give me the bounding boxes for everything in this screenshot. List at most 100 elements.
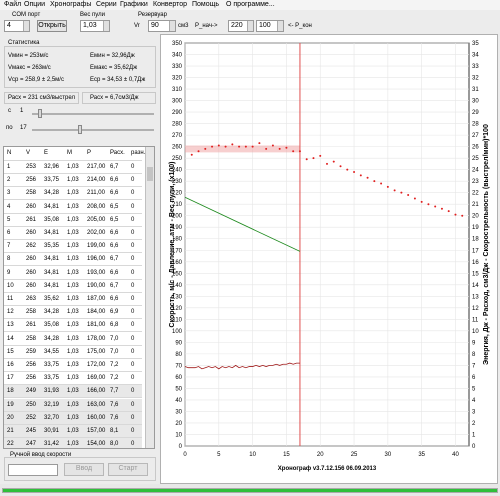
table-row[interactable]: 22 247 31,42 1,03 154,00 8,0 0 bbox=[4, 438, 142, 448]
menu-series[interactable]: Серии bbox=[96, 1, 117, 8]
menu-chronographs[interactable]: Хронографы bbox=[50, 1, 91, 8]
table-cell: 34,81 bbox=[44, 256, 60, 263]
table-row[interactable]: 19 250 32,19 1,03 163,00 7,6 0 bbox=[4, 398, 142, 412]
velocity-point bbox=[407, 193, 410, 196]
menu-options[interactable]: Опции bbox=[24, 1, 45, 8]
y-right-tick-label: 8 bbox=[472, 352, 476, 358]
menu-converter[interactable]: Конвертор bbox=[153, 1, 187, 8]
range-from-thumb[interactable] bbox=[38, 109, 42, 118]
p-end-spin-icon[interactable] bbox=[277, 21, 283, 31]
table-row[interactable]: 17 256 33,75 1,03 169,00 7,2 0 bbox=[4, 372, 142, 386]
table-row[interactable]: 5 261 35,08 1,03 205,00 6,5 0 bbox=[4, 214, 142, 227]
column-header-diff: разн. bbox=[131, 150, 146, 156]
table-cell: 11 bbox=[7, 296, 14, 302]
table-row[interactable]: 13 261 35,08 1,03 181,00 6,8 0 bbox=[4, 319, 142, 333]
table-row[interactable]: 12 258 34,28 1,03 184,00 6,9 0 bbox=[4, 306, 142, 320]
start-button[interactable]: Старт bbox=[108, 463, 148, 476]
table-cell: 8,1 bbox=[110, 428, 119, 434]
table-row[interactable]: 4 260 34,81 1,03 208,00 6,5 0 bbox=[4, 201, 142, 214]
bullet-weight-spin-icon[interactable] bbox=[103, 21, 109, 31]
table-scroll-thumb[interactable] bbox=[147, 167, 153, 181]
table-cell: 6,6 bbox=[110, 177, 119, 184]
table-cell: 0 bbox=[131, 164, 135, 170]
p-start-input[interactable]: 220 bbox=[228, 20, 254, 32]
menu-file[interactable]: Файл bbox=[4, 1, 21, 8]
com-port-select[interactable]: 4 bbox=[4, 20, 30, 32]
table-cell: 256 bbox=[26, 375, 37, 382]
y-left-tick-label: 0 bbox=[179, 444, 183, 450]
table-cell: 34,81 bbox=[44, 230, 60, 236]
table-row[interactable]: 14 258 34,28 1,03 178,00 7,0 0 bbox=[4, 333, 142, 346]
cm3-label: см3 bbox=[178, 23, 189, 29]
table-row[interactable]: 16 256 33,75 1,03 172,00 7,2 0 bbox=[4, 359, 142, 372]
table-cell: 0 bbox=[131, 322, 135, 329]
p-end-input[interactable]: 100 bbox=[256, 20, 284, 32]
table-cell: 196,00 bbox=[87, 256, 106, 263]
range-to-value: 17 bbox=[20, 125, 27, 131]
velocity-point bbox=[292, 150, 295, 153]
table-row[interactable]: 9 260 34,81 1,03 193,00 6,6 0 bbox=[4, 267, 142, 280]
table-cell: 1,03 bbox=[67, 335, 79, 342]
menu-charts[interactable]: Графики bbox=[120, 1, 148, 8]
table-cell: 14 bbox=[7, 335, 14, 342]
bullet-weight-input[interactable]: 1,03 bbox=[80, 20, 110, 32]
table-scrollbar[interactable] bbox=[145, 147, 154, 448]
table-cell: 7,0 bbox=[110, 335, 119, 342]
menu-about[interactable]: О программе... bbox=[226, 1, 275, 8]
table-row[interactable]: 6 260 34,81 1,03 202,00 6,6 0 bbox=[4, 227, 142, 240]
table-row[interactable]: 10 260 34,81 1,03 190,00 6,7 0 bbox=[4, 280, 142, 293]
table-row[interactable]: 21 245 30,91 1,03 157,00 8,1 0 bbox=[4, 425, 142, 438]
menu-help[interactable]: Помощь bbox=[192, 1, 219, 8]
y-right-tick-label: 24 bbox=[472, 168, 479, 174]
table-cell: 17 bbox=[7, 375, 14, 382]
table-row[interactable]: 15 259 34,55 1,03 175,00 7,0 0 bbox=[4, 346, 142, 359]
y-left-tick-label: 70 bbox=[175, 363, 182, 369]
table-cell: 217,00 bbox=[87, 164, 106, 170]
y-right-tick-label: 31 bbox=[472, 87, 479, 93]
table-cell: 3 bbox=[7, 190, 11, 197]
y-right-tick-label: 29 bbox=[472, 110, 479, 116]
table-cell: 157,00 bbox=[87, 428, 106, 434]
reservoir-volume-input[interactable]: 90 bbox=[148, 20, 176, 32]
table-cell: 0 bbox=[131, 441, 135, 448]
y-left-tick-label: 10 bbox=[175, 432, 182, 438]
range-to-thumb[interactable] bbox=[78, 125, 82, 134]
table-cell: 172,00 bbox=[87, 362, 106, 368]
y-right-tick-label: 34 bbox=[472, 53, 479, 59]
x-tick-label: 10 bbox=[249, 452, 256, 458]
y-left-axis-title: Скорость, м/с - Давление, атм - Вес пули… bbox=[169, 162, 176, 328]
table-row[interactable]: 3 258 34,28 1,03 211,00 6,6 0 bbox=[4, 187, 142, 201]
com-port-spin-icon[interactable] bbox=[23, 21, 29, 31]
table-cell: 163,00 bbox=[87, 401, 106, 408]
x-tick-label: 15 bbox=[283, 452, 290, 458]
table-row[interactable]: 20 252 32,70 1,03 160,00 7,6 0 bbox=[4, 411, 142, 425]
table-cell: 0 bbox=[131, 190, 135, 197]
table-cell: 20 bbox=[7, 414, 14, 421]
table-cell: 0 bbox=[131, 362, 135, 368]
com-port-label: COM порт bbox=[12, 12, 41, 18]
table-row[interactable]: 18 249 31,93 1,03 166,00 7,7 0 bbox=[4, 385, 142, 399]
table-cell: 262 bbox=[26, 243, 37, 250]
manual-speed-input[interactable] bbox=[8, 464, 58, 476]
velocity-point bbox=[339, 165, 342, 168]
table-row[interactable]: 7 262 35,35 1,03 199,00 6,6 0 bbox=[4, 240, 142, 254]
y-left-tick-label: 30 bbox=[175, 409, 182, 415]
enter-button[interactable]: Ввод bbox=[64, 463, 104, 476]
table-row[interactable]: 8 260 34,81 1,03 196,00 6,7 0 bbox=[4, 253, 142, 267]
x-tick-label: 25 bbox=[351, 452, 358, 458]
p-start-spin-icon[interactable] bbox=[247, 21, 253, 31]
range-to-track[interactable] bbox=[32, 129, 154, 131]
y-left-tick-label: 340 bbox=[172, 53, 183, 59]
table-row[interactable]: 11 263 35,62 1,03 187,00 6,6 0 bbox=[4, 293, 142, 306]
table-cell: 16 bbox=[7, 362, 14, 368]
table-cell: 6,6 bbox=[110, 190, 119, 197]
velocity-point bbox=[400, 191, 403, 194]
table-row[interactable]: 1 253 32,96 1,03 217,00 6,7 0 bbox=[4, 161, 142, 174]
reservoir-volume-spin-icon[interactable] bbox=[169, 21, 175, 31]
table-row[interactable]: 2 256 33,75 1,03 214,00 6,6 0 bbox=[4, 174, 142, 188]
table-cell: 0 bbox=[131, 230, 135, 236]
y-right-tick-label: 32 bbox=[472, 76, 479, 82]
range-from-track[interactable] bbox=[32, 113, 154, 115]
table-cell: 35,35 bbox=[44, 243, 60, 250]
open-port-button[interactable]: Открыть bbox=[37, 20, 67, 32]
